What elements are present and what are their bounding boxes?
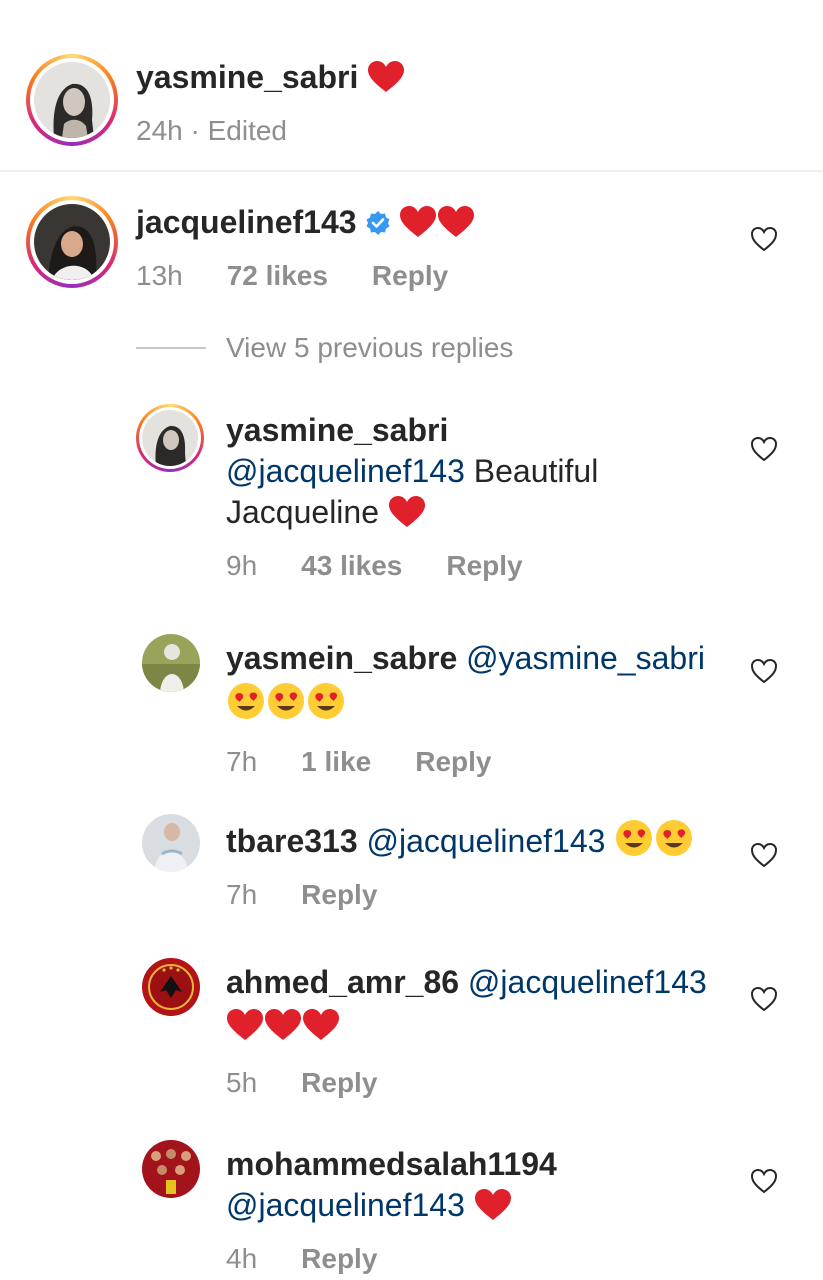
like-heart-icon[interactable] (750, 986, 778, 1012)
reply-username[interactable]: tbare313 (226, 823, 358, 859)
reply-button[interactable]: Reply (415, 745, 491, 779)
comments-page: yasmine_sabri 24h · Edited jacquelinef14… (0, 0, 823, 1280)
reply-button[interactable]: Reply (301, 878, 377, 912)
reply-time: 5h (226, 1067, 258, 1098)
like-heart-icon[interactable] (750, 226, 778, 252)
reply-time: 7h (226, 746, 258, 777)
comment-username[interactable]: jacquelinef143 (136, 204, 357, 240)
like-heart-icon[interactable] (750, 436, 778, 462)
caption-time: 24h (136, 115, 183, 146)
reply-username[interactable]: yasmein_sabre (226, 640, 457, 676)
red-heart-icon (474, 1188, 512, 1232)
reply-likes[interactable]: 1 like (301, 745, 371, 779)
reply-mention[interactable]: @jacquelinef143 (367, 823, 606, 859)
red-heart-icon (302, 1008, 340, 1052)
reply-avatar[interactable] (142, 634, 200, 692)
reply-mention[interactable]: @jacquelinef143 (468, 964, 707, 1000)
reply-username[interactable]: ahmed_amr_86 (226, 964, 459, 1000)
reply-text: Beautiful (473, 453, 599, 489)
comment-likes[interactable]: 72 likes (227, 259, 328, 293)
reply-username[interactable]: yasmine_sabri (226, 410, 726, 451)
red-heart-icon (388, 495, 426, 539)
heart-eyes-icon (614, 818, 654, 868)
reply-username[interactable]: mohammedsalah1194 (226, 1144, 736, 1185)
red-heart-icon (226, 1008, 264, 1052)
reply-avatar[interactable] (136, 404, 204, 472)
reply-mention[interactable]: @jacquelinef143 (226, 1187, 465, 1223)
comment-time: 13h (136, 260, 183, 291)
reply-time: 7h (226, 879, 258, 910)
verified-badge-icon (365, 205, 391, 235)
red-heart-icon (399, 205, 437, 249)
reply-time: 9h (226, 550, 258, 581)
post-caption: yasmine_sabri 24h · Edited (0, 0, 823, 172)
reply-button[interactable]: Reply (446, 549, 522, 583)
like-heart-icon[interactable] (750, 658, 778, 684)
reply-likes[interactable]: 43 likes (301, 549, 402, 583)
reply-button[interactable]: Reply (372, 259, 448, 293)
like-heart-icon[interactable] (750, 1168, 778, 1194)
reply-avatar[interactable] (142, 958, 200, 1016)
red-heart-icon (437, 205, 475, 249)
reply-button[interactable]: Reply (301, 1066, 377, 1100)
reply-mention[interactable]: @jacquelinef143 (226, 453, 465, 489)
red-heart-icon (264, 1008, 302, 1052)
divider-line (136, 347, 206, 349)
caption-avatar[interactable] (26, 54, 118, 146)
caption-separator: · (190, 115, 200, 146)
reply-avatar[interactable] (142, 814, 200, 872)
reply-button[interactable]: Reply (301, 1242, 377, 1276)
heart-eyes-icon (266, 681, 306, 731)
heart-eyes-icon (654, 818, 694, 868)
reply-mention[interactable]: @yasmine_sabri (466, 640, 705, 676)
view-replies-label[interactable]: View 5 previous replies (226, 332, 513, 364)
caption-username[interactable]: yasmine_sabri (136, 59, 358, 95)
caption-edited: Edited (207, 115, 288, 146)
like-heart-icon[interactable] (750, 842, 778, 868)
reply-avatar[interactable] (142, 1140, 200, 1198)
view-previous-replies[interactable]: View 5 previous replies (136, 332, 513, 364)
red-heart-icon (367, 60, 405, 104)
reply-time: 4h (226, 1243, 258, 1274)
heart-eyes-icon (226, 681, 266, 731)
comment-avatar[interactable] (26, 196, 118, 288)
reply-text-continued: Jacqueline (226, 494, 379, 530)
heart-eyes-icon (306, 681, 346, 731)
